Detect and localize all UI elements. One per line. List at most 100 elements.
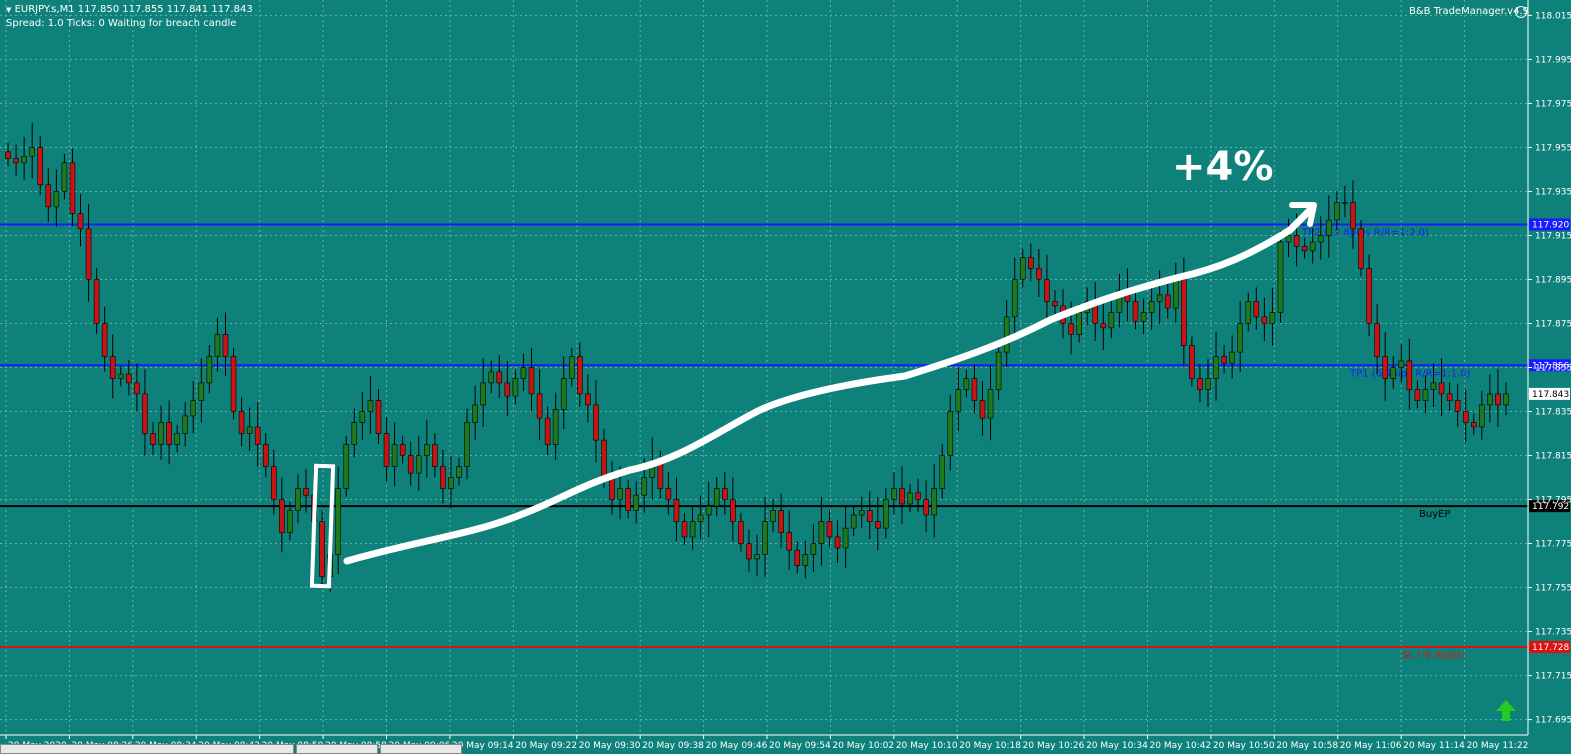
candle-body — [37, 147, 44, 186]
candle-body — [5, 151, 11, 159]
candle-body — [601, 439, 607, 478]
time-tick-label: 20 May 11:22 — [1467, 741, 1529, 751]
smiley-icon[interactable] — [1515, 6, 1527, 18]
candle-body — [1334, 202, 1340, 221]
candle-body — [528, 367, 535, 395]
candle-body — [174, 433, 180, 445]
candle-body — [246, 426, 253, 434]
time-tick-label: 20 May 10:10 — [896, 741, 958, 751]
candle-body — [810, 543, 817, 555]
candle-body — [560, 378, 567, 410]
candle-body — [262, 444, 269, 467]
candle-body — [721, 488, 728, 500]
candle-body — [512, 378, 519, 397]
candle-body — [158, 422, 164, 445]
candle-body — [915, 492, 921, 500]
candle-body — [1245, 301, 1252, 324]
time-tick-label: 20 May 10:18 — [959, 741, 1021, 751]
candle-body — [303, 488, 309, 496]
sl-price-box-text: 117.728 — [1532, 643, 1569, 653]
candle-body — [665, 488, 672, 500]
candle-body — [858, 510, 865, 516]
candle-body — [1140, 312, 1147, 322]
candle-body — [166, 422, 172, 445]
candle-body — [472, 404, 478, 423]
candle-body — [335, 488, 342, 555]
chart-tab[interactable] — [380, 744, 462, 754]
candle-body — [1181, 279, 1187, 346]
candle-body — [1261, 316, 1268, 324]
candle-body — [101, 323, 108, 357]
candle-body — [287, 510, 293, 533]
candle-body — [93, 279, 100, 324]
chart-tab[interactable] — [296, 744, 378, 754]
candle-body — [206, 356, 213, 384]
candle-body — [875, 521, 881, 529]
candle-body — [375, 400, 382, 434]
entry-label: BuyEP — [1419, 509, 1450, 520]
candle-body — [85, 228, 92, 280]
candle-body — [198, 382, 205, 401]
candle-body — [520, 367, 527, 379]
candle-body — [794, 549, 801, 566]
candle-body — [1325, 219, 1332, 236]
time-tick-label: 20 May 11:14 — [1403, 741, 1465, 751]
candle-body — [657, 461, 664, 489]
candle-body — [939, 455, 946, 489]
candle-body — [1213, 356, 1219, 379]
candle-body — [1293, 235, 1300, 247]
candle-body — [77, 213, 84, 230]
candle-body — [45, 184, 52, 208]
candle-body — [1503, 393, 1509, 406]
price-tick-label: 117.815 — [1535, 452, 1571, 462]
candle-body — [480, 382, 486, 406]
candle-body — [190, 400, 197, 417]
candle-body — [673, 499, 680, 522]
price-tick-label: 117.895 — [1535, 275, 1571, 285]
chart-menu-icon[interactable]: ▼ — [6, 6, 11, 14]
candle-body — [238, 411, 245, 434]
candle-body — [1011, 279, 1018, 318]
candle-body — [536, 393, 543, 419]
candle-body — [617, 488, 623, 500]
price-tick-label: 117.715 — [1535, 672, 1571, 682]
candle-body — [1028, 257, 1034, 269]
candle-body — [1148, 301, 1155, 313]
candle-body — [1164, 294, 1171, 309]
candle-body — [1358, 228, 1364, 269]
candle-body — [713, 488, 720, 507]
candle-body — [1100, 323, 1107, 329]
candle-body — [134, 382, 140, 395]
tp2-price-box-text: 117.920 — [1532, 220, 1569, 230]
candle-body — [1205, 378, 1211, 390]
candle-body — [625, 488, 631, 511]
time-tick-label: 20 May 09:22 — [515, 741, 577, 751]
candle-body — [544, 417, 551, 445]
candle-body — [496, 371, 503, 384]
candle-body — [424, 444, 430, 456]
candle-body — [1374, 323, 1380, 357]
candle-body — [850, 514, 857, 529]
candle-body — [697, 514, 704, 522]
candle-body — [359, 411, 366, 423]
candle-body — [1317, 235, 1324, 243]
candle-body — [407, 455, 414, 474]
price-tick-label: 117.875 — [1535, 319, 1571, 329]
candle-body — [971, 378, 978, 401]
candle-body — [1382, 356, 1388, 379]
candle-body — [1350, 202, 1356, 230]
candle-body — [641, 477, 648, 496]
candle-body — [633, 494, 639, 511]
candle-body — [1470, 422, 1477, 428]
candle-body — [126, 373, 132, 384]
candle-body — [842, 527, 849, 549]
candle-body — [1237, 323, 1244, 353]
candle-body — [13, 158, 19, 164]
price-tick-label: 117.975 — [1535, 99, 1571, 109]
price-chart[interactable]: TP2 (12.8pips R/R=1:2.0)TP1 (6.4pips R/R… — [0, 0, 1571, 754]
price-tick-label: 118.015 — [1535, 11, 1571, 21]
candle-body — [1156, 294, 1163, 302]
candle-body — [585, 393, 591, 406]
chart-tab[interactable] — [0, 744, 294, 754]
candle-body — [883, 499, 889, 529]
